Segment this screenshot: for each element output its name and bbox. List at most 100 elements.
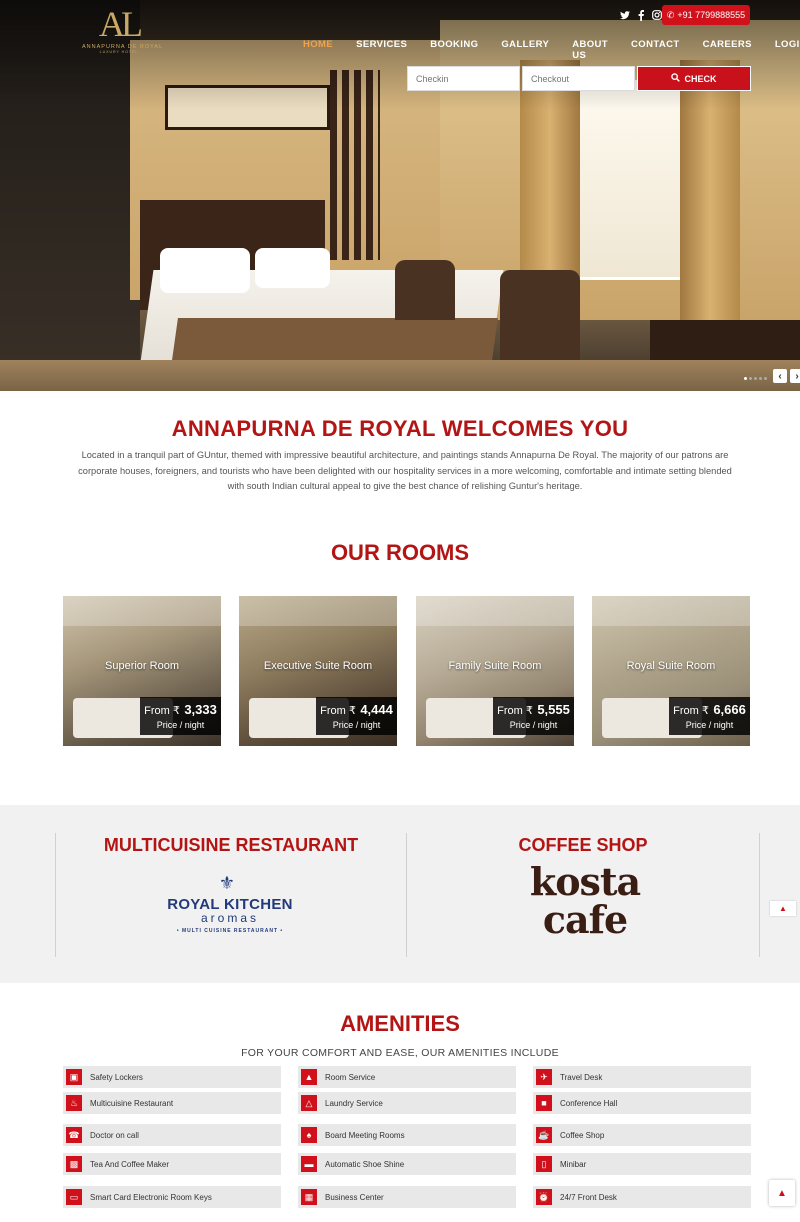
price-from: From ₹ — [497, 705, 533, 717]
slider-dot[interactable] — [759, 377, 762, 380]
price-amount: 3,333 — [184, 702, 217, 717]
amenity-item: ▣ Safety Lockers — [63, 1066, 281, 1088]
site-logo[interactable]: AL ANNAPURNA DE ROYAL LUXURY HOTEL — [82, 4, 162, 62]
nav-home[interactable]: HOME — [303, 39, 333, 61]
amenity-label: Business Center — [325, 1192, 384, 1202]
room-price: From ₹ 6,666 Price / night — [669, 697, 750, 735]
hero-chair — [500, 270, 580, 360]
amenity-label: Minibar — [560, 1159, 587, 1169]
slider-prev-icon[interactable]: ‹ — [773, 369, 787, 383]
price-amount: 4,444 — [360, 702, 393, 717]
amenity-item: ▩ Tea And Coffee Maker — [63, 1153, 281, 1175]
nav-contact[interactable]: CONTACT — [631, 39, 680, 61]
room-card-superior[interactable]: Superior Room From ₹ 3,333 Price / night — [63, 596, 221, 746]
price-per-night: Price / night — [332, 720, 381, 730]
rooms-title: OUR ROOMS — [330, 540, 470, 565]
price-amount: 6,666 — [713, 702, 746, 717]
scroll-up-icon[interactable]: ▲ — [770, 901, 796, 916]
room-name: Royal Suite Room — [626, 660, 716, 672]
restaurant-title: MULTICUISINE RESTAURANT — [103, 835, 359, 855]
instagram-icon[interactable] — [652, 9, 662, 21]
amenities-subtitle: FOR YOUR COMFORT AND EASE, OUR AMENITIES… — [241, 1047, 559, 1059]
nav-gallery[interactable]: GALLERY — [501, 39, 549, 61]
amenity-label: Laundry Service — [325, 1098, 383, 1108]
twitter-icon[interactable] — [620, 9, 630, 21]
nav-login[interactable]: LOGIN — [775, 39, 800, 61]
room-price: From ₹ 5,555 Price / night — [493, 697, 574, 735]
phone-icon: ✆ — [666, 9, 675, 20]
room-card-executive-suite[interactable]: Executive Suite Room From ₹ 4,444 Price … — [239, 596, 397, 746]
coffee-icon: ☕ — [536, 1127, 552, 1143]
slider-dot[interactable] — [744, 377, 747, 380]
keycard-icon: ▭ — [66, 1189, 82, 1205]
checkin-input[interactable] — [407, 66, 520, 91]
phone-button[interactable]: ✆ +91 7799888555 — [662, 5, 750, 25]
hero-floor — [0, 360, 800, 391]
amenity-item: △ Laundry Service — [298, 1092, 516, 1114]
check-label: CHECK — [684, 73, 717, 84]
cutlery-icon: ⚜ — [218, 873, 242, 893]
room-card-family-suite[interactable]: Family Suite Room From ₹ 5,555 Price / n… — [416, 596, 574, 746]
amenity-item: ♠ Board Meeting Rooms — [298, 1124, 516, 1146]
room-photo — [592, 596, 750, 626]
price-from: From ₹ — [144, 705, 180, 717]
slider-dot[interactable] — [754, 377, 757, 380]
amenity-label: Board Meeting Rooms — [325, 1130, 405, 1140]
logo-tagline: • MULTI CUISINE RESTAURANT • — [176, 928, 284, 934]
slider-dots — [744, 377, 767, 380]
logo-mark: AL — [99, 4, 143, 44]
checkout-input[interactable] — [522, 66, 635, 91]
logo-sub: LUXURY HOTEL — [99, 50, 139, 54]
room-price: From ₹ 3,333 Price / night — [140, 697, 221, 735]
amenity-label: Travel Desk — [560, 1072, 603, 1082]
minibar-icon: ▯ — [536, 1156, 552, 1172]
amenity-item: ♨ Multicuisine Restaurant — [63, 1092, 281, 1114]
tea-maker-icon: ▩ — [66, 1156, 82, 1172]
slider-dot[interactable] — [749, 377, 752, 380]
nav-services[interactable]: SERVICES — [356, 39, 407, 61]
room-photo — [63, 596, 221, 626]
hero-bed-runner — [172, 318, 498, 360]
slider-next-icon[interactable]: › — [790, 369, 800, 383]
social-links — [620, 9, 662, 21]
nav-careers[interactable]: CAREERS — [703, 39, 752, 61]
facebook-icon[interactable] — [636, 9, 646, 21]
logo-aromas: aromas — [200, 911, 259, 925]
back-to-top-icon[interactable]: ▲ — [769, 1180, 795, 1206]
room-card-royal-suite[interactable]: Royal Suite Room From ₹ 6,666 Price / ni… — [592, 596, 750, 746]
search-icon — [671, 73, 681, 84]
amenity-item: ⏰ 24/7 Front Desk — [533, 1186, 751, 1208]
welcome-text: Located in a tranquil part of GUntur, th… — [78, 450, 732, 491]
meeting-icon: ♠ — [301, 1127, 317, 1143]
slider-dot[interactable] — [764, 377, 767, 380]
room-name: Family Suite Room — [448, 660, 542, 672]
amenity-label: Doctor on call — [90, 1130, 139, 1140]
amenity-label: Smart Card Electronic Room Keys — [90, 1192, 212, 1202]
amenity-label: Tea And Coffee Maker — [90, 1159, 170, 1169]
hero-pillow — [255, 248, 330, 288]
dining-section: MULTICUISINE RESTAURANT COFFEE SHOP ⚜ RO… — [0, 805, 800, 983]
amenity-label: Conference Hall — [560, 1098, 618, 1108]
amenity-item: ▦ Business Center — [298, 1186, 516, 1208]
kosta-cafe-logo[interactable]: kosta cafe — [515, 863, 655, 939]
main-nav: HOME SERVICES BOOKING GALLERY ABOUT US C… — [303, 39, 800, 61]
amenity-item: ▲ Room Service — [298, 1066, 516, 1088]
amenity-item: ☕ Coffee Shop — [533, 1124, 751, 1146]
room-name: Superior Room — [105, 660, 179, 672]
booking-form: CHECK — [407, 66, 751, 91]
hero-slider: AL ANNAPURNA DE ROYAL LUXURY HOTEL ✆ +91… — [0, 0, 800, 391]
nav-about-us[interactable]: ABOUT US — [572, 39, 608, 61]
amenity-label: 24/7 Front Desk — [560, 1192, 617, 1202]
front-desk-icon: ⏰ — [536, 1189, 552, 1205]
room-name: Executive Suite Room — [263, 660, 373, 672]
royal-kitchen-logo[interactable]: ⚜ ROYAL KITCHEN aromas • MULTI CUISINE R… — [150, 873, 310, 934]
hero-pillow — [160, 248, 250, 293]
nav-booking[interactable]: BOOKING — [430, 39, 478, 61]
restaurant-icon: ♨ — [66, 1095, 82, 1111]
phone-number: +91 7799888555 — [677, 10, 746, 20]
price-from: From ₹ — [320, 705, 356, 717]
check-button[interactable]: CHECK — [637, 66, 751, 91]
welcome-title: ANNAPURNA DE ROYAL WELCOMES YOU — [171, 416, 629, 441]
price-amount: 5,555 — [537, 702, 570, 717]
price-per-night: Price / night — [156, 720, 205, 730]
